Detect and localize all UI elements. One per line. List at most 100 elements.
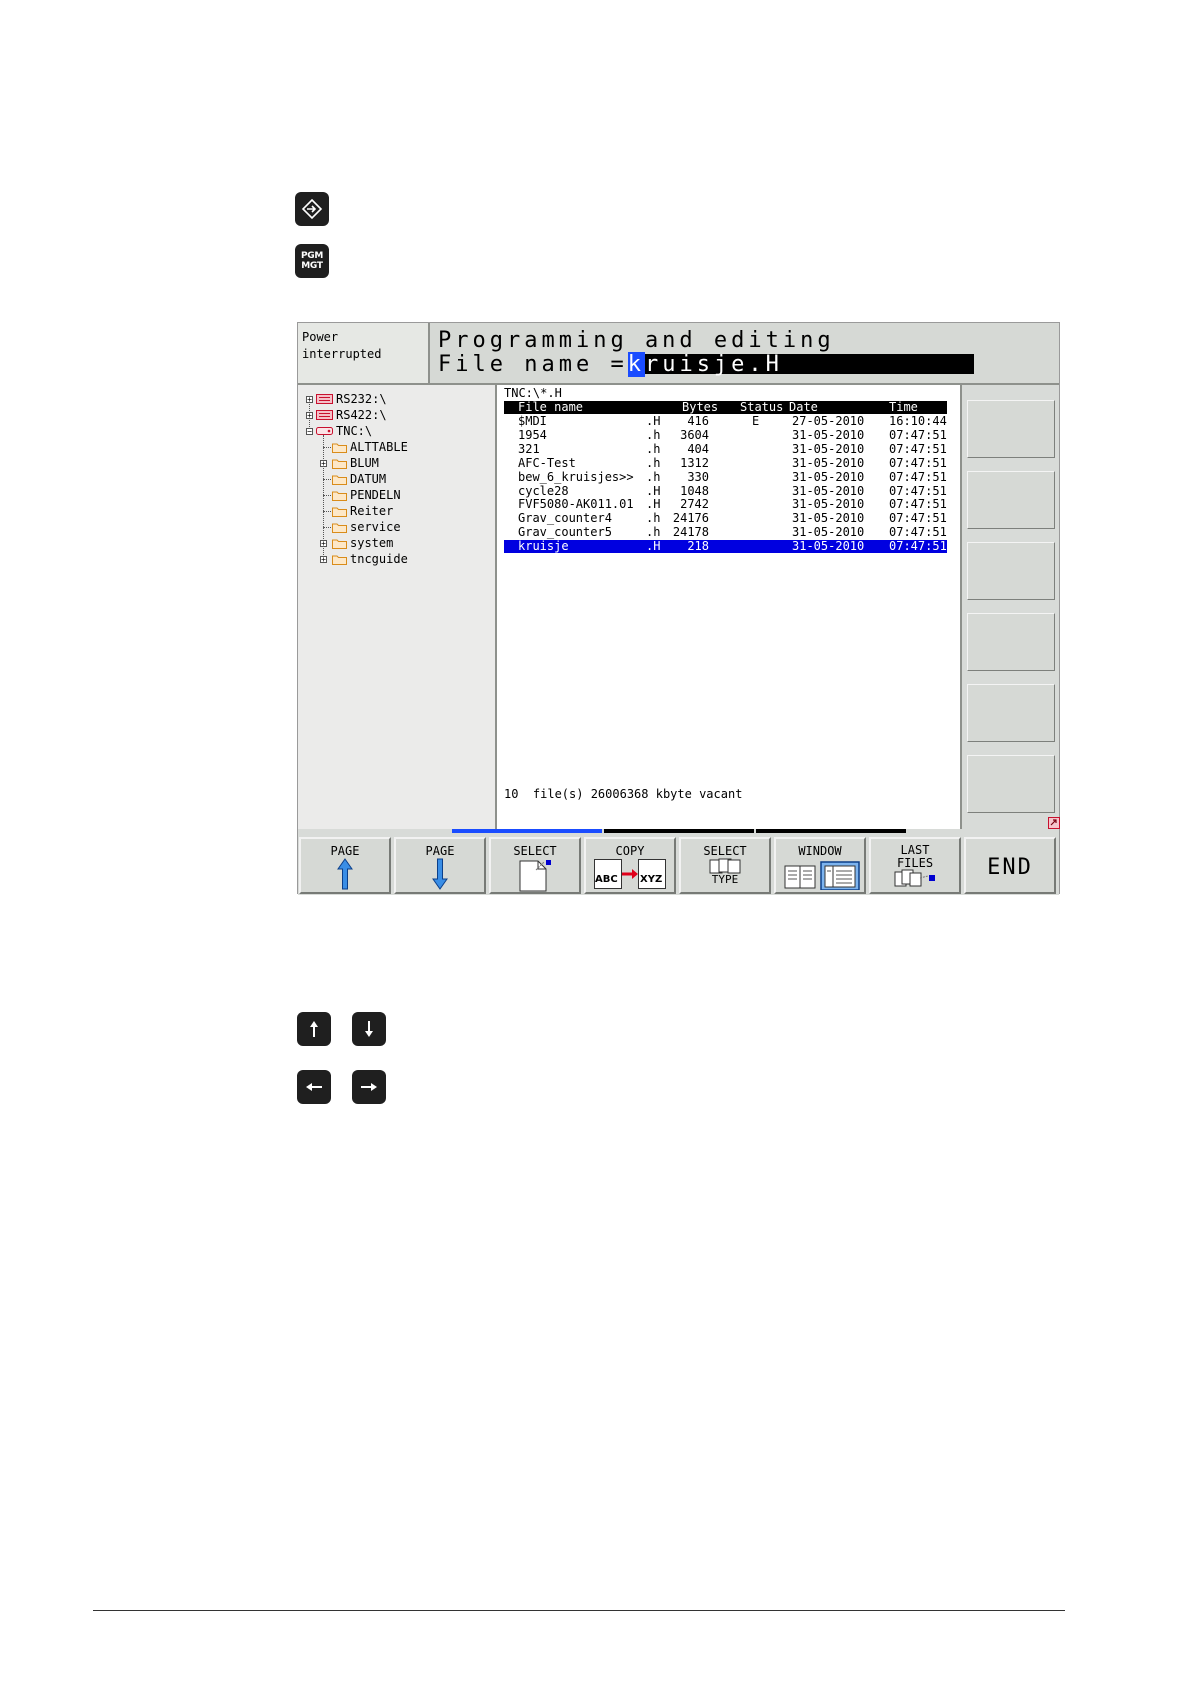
status-panel: Power interrupted — [298, 323, 430, 385]
softkey-page-down[interactable]: PAGE — [394, 837, 486, 894]
folder-icon — [332, 475, 347, 485]
mode-title: Programming and editing — [438, 328, 835, 353]
file-row[interactable]: bew_6_kruisjes>> .h 330 31-05-2010 07:47:51 — [504, 469, 947, 484]
file-row[interactable]: Grav_counter5 .h 24178 31-05-2010 07:47:51 — [504, 526, 947, 539]
vertical-softkey-3[interactable] — [967, 542, 1055, 600]
softkey-page-up[interactable]: PAGE — [299, 837, 391, 894]
tree-item-system[interactable]: system — [332, 535, 393, 551]
file-row[interactable]: 321 .h 404 31-05-2010 07:47:51 — [504, 441, 947, 456]
file-name-value: ruisje.H — [644, 351, 783, 377]
window-layout-icon — [784, 861, 860, 890]
file-name-cell: 1954 — [518, 427, 547, 442]
column-file-name[interactable]: File name — [518, 401, 583, 414]
vertical-softkey-5[interactable] — [967, 684, 1055, 742]
file-row[interactable]: FVF5080-AK011.01 .H 2742 31-05-2010 07:47:51 — [504, 498, 947, 511]
softkey-end[interactable]: END — [964, 837, 1056, 894]
file-time-cell: 07:47:51 — [889, 539, 947, 554]
softkey-window[interactable]: WINDOW — [774, 837, 866, 894]
file-name-cell: kruisje — [518, 539, 569, 554]
vertical-softkey-1[interactable] — [967, 400, 1055, 458]
file-date-cell: 31-05-2010 — [792, 441, 865, 456]
tree-item-rs422[interactable]: RS422:\ — [316, 407, 387, 423]
tree-item-tnc[interactable]: TNC:\ — [316, 423, 372, 439]
vertical-softkey-6[interactable] — [967, 755, 1055, 813]
file-row[interactable]: cycle28 .H 1048 31-05-2010 07:47:51 — [504, 483, 947, 498]
file-bytes-cell: 218 — [687, 539, 709, 554]
file-name-cell: Grav_counter4 — [518, 511, 612, 526]
file-date-cell: 31-05-2010 — [792, 539, 865, 554]
softkey-row: PAGE PAGE SELECT COPY ABC XYZ SELECT TYP… — [298, 829, 1059, 895]
vertical-softkey-2[interactable] — [967, 471, 1055, 529]
file-name-label: File name = — [438, 351, 628, 377]
softkey-select-type-sublabel: TYPE — [711, 873, 739, 886]
folder-icon — [332, 443, 347, 453]
tree-item-datum[interactable]: DATUM — [332, 471, 386, 487]
tree-item-reiter[interactable]: Reiter — [332, 503, 393, 519]
pgm-mgt-label: PGM MGT — [300, 251, 324, 271]
expand-toggle-tncguide[interactable]: + — [320, 556, 327, 564]
softkey-copy[interactable]: COPY ABC XYZ — [584, 837, 676, 894]
file-name-cell: AFC-Test — [518, 455, 576, 470]
file-bytes-cell: 416 — [687, 414, 709, 428]
expand-toggle-rs232[interactable]: + — [306, 396, 313, 404]
softkey-select[interactable]: SELECT — [489, 837, 581, 894]
expand-toggle-system[interactable]: + — [320, 540, 327, 548]
file-row[interactable]: AFC-Test .h 1312 31-05-2010 07:47:51 — [504, 455, 947, 470]
file-row[interactable]: $MDI .H 416 E 27-05-2010 16:10:44 — [504, 415, 947, 428]
file-bytes-cell: 2742 — [680, 497, 709, 512]
folder-icon — [332, 459, 347, 469]
file-name-cell: cycle28 — [518, 483, 569, 498]
softkey-select-type[interactable]: SELECT TYPE — [679, 837, 771, 894]
status-line-2: interrupted — [302, 347, 382, 361]
arrow-up-key[interactable] — [297, 1012, 331, 1046]
file-date-cell: 31-05-2010 — [792, 497, 865, 512]
column-status[interactable]: Status — [740, 401, 783, 414]
file-time-cell: 16:10:44 — [889, 414, 947, 428]
file-row[interactable]: 1954 .h 3604 31-05-2010 07:47:51 — [504, 427, 947, 442]
arrow-up-icon — [310, 1021, 318, 1037]
expand-toggle-blum[interactable]: + — [320, 460, 327, 468]
tree-item-tncguide[interactable]: tncguide — [332, 551, 408, 567]
softkey-last-files[interactable]: LAST FILES — [869, 837, 961, 894]
file-row[interactable]: Grav_counter4 .h 24176 31-05-2010 07:47:51 — [504, 512, 947, 525]
text-cursor: k — [627, 351, 645, 377]
tree-item-rs232[interactable]: RS232:\ — [316, 391, 387, 407]
file-bytes-cell: 3604 — [680, 427, 709, 442]
file-name-cell: Grav_counter5 — [518, 525, 612, 540]
vertical-softkey-bar — [962, 385, 1060, 829]
file-row[interactable]: kruisje .H 218 31-05-2010 07:47:51 — [504, 539, 947, 554]
file-date-cell: 31-05-2010 — [792, 427, 865, 442]
copy-source-label: ABC — [595, 874, 618, 885]
arrow-right-key[interactable] — [352, 1070, 386, 1104]
file-date-cell: 31-05-2010 — [792, 511, 865, 526]
collapse-toggle-tnc[interactable]: − — [306, 428, 313, 436]
file-bytes-cell: 404 — [687, 441, 709, 456]
file-name-input[interactable]: k ruisje.H — [627, 351, 974, 377]
screen-switch-icon[interactable] — [1048, 817, 1060, 829]
column-bytes[interactable]: Bytes — [682, 401, 718, 414]
red-arrow-icon — [622, 869, 638, 879]
enter-key[interactable] — [295, 192, 329, 226]
file-date-cell: 31-05-2010 — [792, 455, 865, 470]
current-path: TNC:\*.H — [504, 386, 562, 400]
arrow-down-key[interactable] — [352, 1012, 386, 1046]
vertical-softkey-4[interactable] — [967, 613, 1055, 671]
file-list-pane: TNC:\*.H File name Bytes Status Date Tim… — [497, 385, 962, 829]
file-name-cell: bew_6_kruisjes>> — [518, 469, 634, 484]
folder-icon — [332, 507, 347, 517]
tree-item-pendeln[interactable]: PENDELN — [332, 487, 401, 503]
file-name-cell: FVF5080-AK011.01 — [518, 497, 634, 512]
column-date[interactable]: Date — [789, 401, 818, 414]
arrow-left-icon — [306, 1083, 322, 1091]
folder-icon — [332, 539, 347, 549]
pgm-mgt-key[interactable]: PGM MGT — [295, 244, 329, 278]
tree-item-alttable[interactable]: ALTTABLE — [332, 439, 408, 455]
column-time[interactable]: Time — [889, 401, 918, 414]
tree-item-blum[interactable]: BLUM — [332, 455, 379, 471]
file-name-row: File name = k ruisje.H — [438, 351, 974, 377]
file-bytes-cell: 24178 — [672, 525, 709, 540]
tnc-screen: Power interrupted Programming and editin… — [297, 322, 1060, 895]
expand-toggle-rs422[interactable]: + — [306, 412, 313, 420]
tree-item-service[interactable]: service — [332, 519, 401, 535]
arrow-left-key[interactable] — [297, 1070, 331, 1104]
